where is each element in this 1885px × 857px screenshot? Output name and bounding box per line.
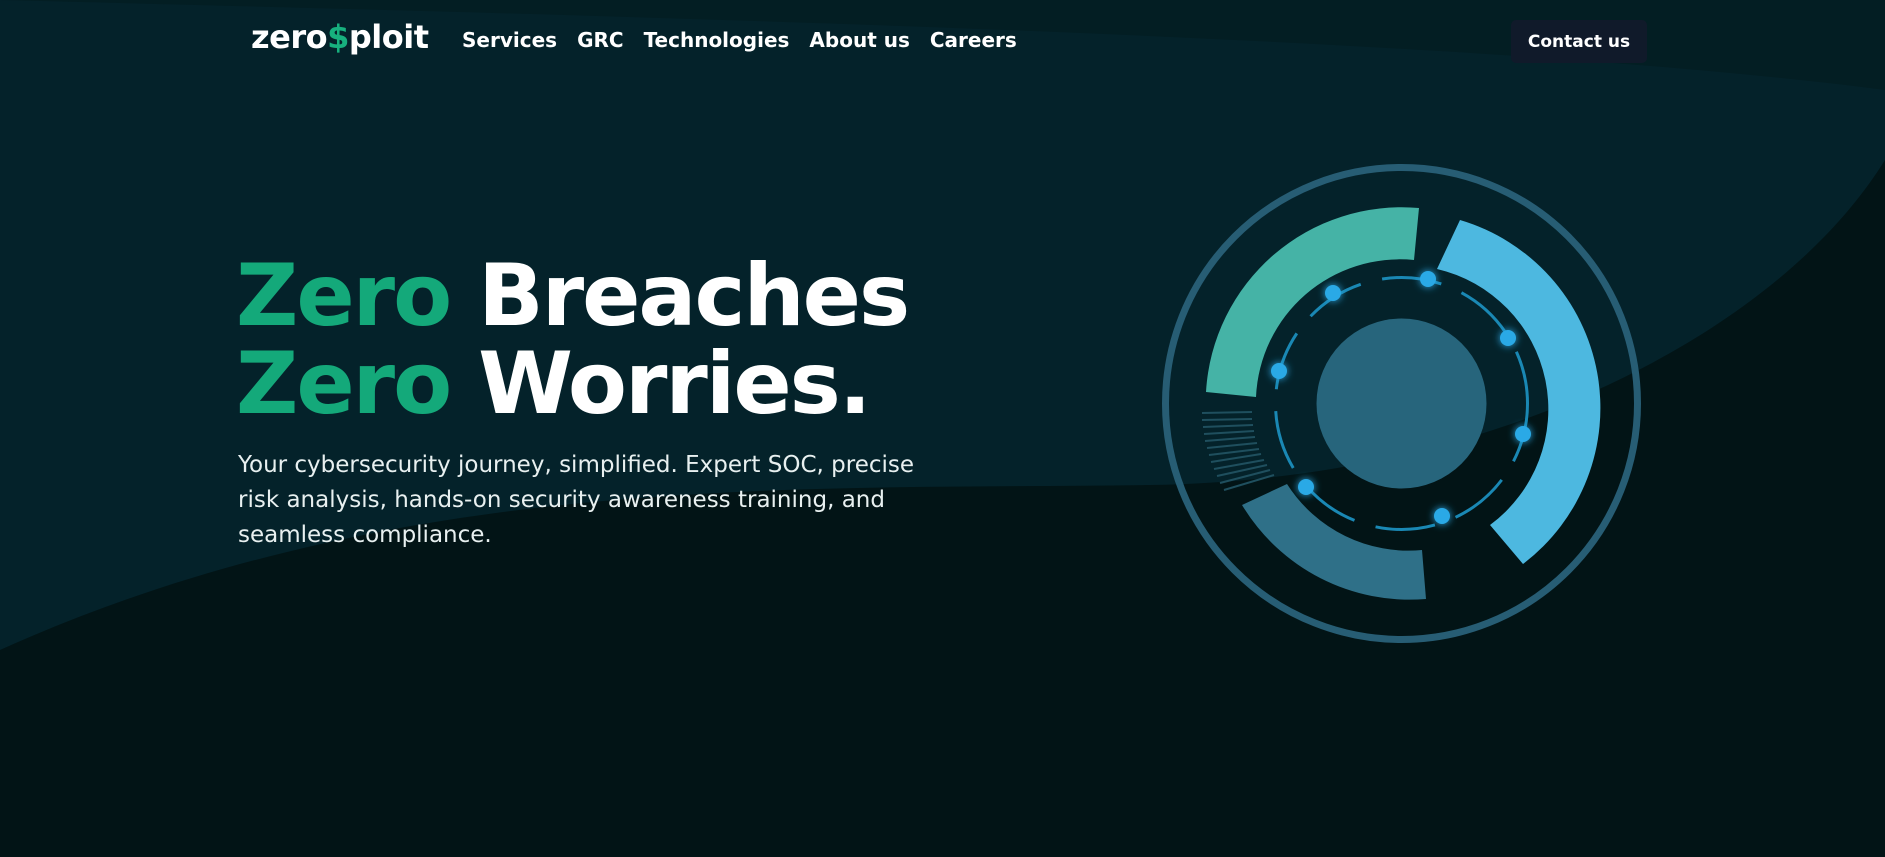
nav-grc[interactable]: GRC xyxy=(577,28,624,52)
hero-line-1: Zero Breaches xyxy=(236,252,910,340)
hero-subtitle: Your cybersecurity journey, simplified. … xyxy=(238,452,915,548)
security-radar-graphic xyxy=(1162,164,1641,643)
nav-about-us[interactable]: About us xyxy=(809,28,909,52)
logo[interactable]: zero$ploit xyxy=(251,18,429,56)
nav-services[interactable]: Services xyxy=(462,28,557,52)
striped-segment xyxy=(1201,411,1275,491)
nav-careers[interactable]: Careers xyxy=(930,28,1017,52)
logo-suffix: ploit xyxy=(348,18,429,56)
core xyxy=(1316,318,1487,489)
hero-line-1-accent: Zero xyxy=(236,246,452,346)
hero-line-1-rest: Breaches xyxy=(478,246,910,346)
site-header: zero$ploit Services GRC Technologies Abo… xyxy=(0,0,1885,84)
page: zero$ploit Services GRC Technologies Abo… xyxy=(0,0,1885,857)
contact-us-button[interactable]: Contact us xyxy=(1511,20,1647,63)
hero-line-2: Zero Worries. xyxy=(236,340,908,428)
hero-line-2-accent: Zero xyxy=(236,334,452,434)
nav-technologies[interactable]: Technologies xyxy=(644,28,790,52)
main-menu: Services GRC Technologies About us Caree… xyxy=(462,28,1037,52)
dark-arc xyxy=(1242,484,1426,600)
logo-symbol: $ xyxy=(327,18,349,56)
hero-title: Zero Breaches Zero Worries. xyxy=(236,252,910,428)
logo-prefix: zero xyxy=(251,18,328,56)
hero-line-2-rest: Worries. xyxy=(478,334,871,434)
